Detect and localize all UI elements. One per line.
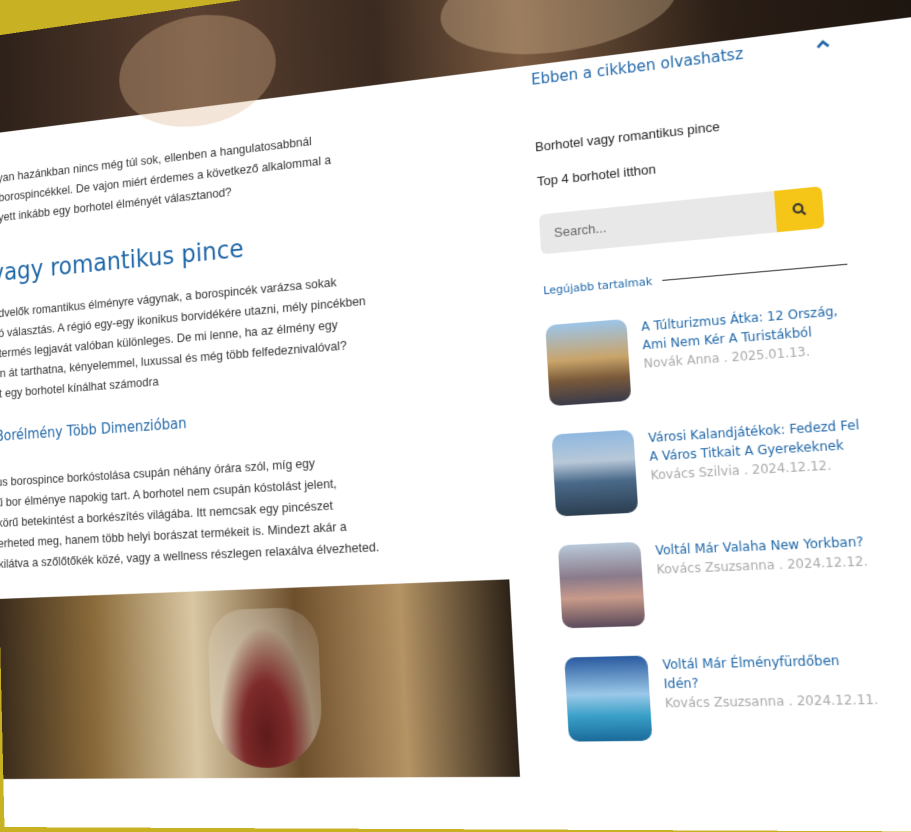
chevron-up-icon[interactable]: [815, 38, 831, 50]
wine-glass: [207, 606, 324, 769]
search-box: Search...: [538, 186, 825, 255]
article-content: olyan hazánkban nincs még túl sok, ellen…: [0, 110, 520, 780]
post-item[interactable]: Voltál Már Valaha New Yorkban? Kovács Zs…: [557, 532, 874, 629]
divider: [662, 263, 848, 281]
post-thumbnail[interactable]: [545, 318, 632, 407]
toc-list: Borhotel vagy romantikus pince Top 4 bor…: [535, 105, 839, 189]
page: olyan hazánkban nincs még túl sok, ellen…: [0, 0, 911, 832]
post-meta: Kovács Zsuzsanna . 2024.12.11.: [664, 691, 879, 711]
search-input[interactable]: Search...: [538, 190, 777, 255]
post-title[interactable]: Voltál Már Élményfürdőben Idén?: [662, 650, 880, 694]
post-item[interactable]: Városi Kalandjátékok: Fedezd Fel A Város…: [551, 415, 866, 517]
search-icon: [791, 201, 807, 217]
sidebar: Ebben a cikkben olvashatsz Borhotel vagy…: [530, 28, 883, 742]
sub-paragraph: us borospince borkóstolása csupán néhány…: [0, 441, 508, 575]
subheading: Borélmény Több Dimenzióban: [0, 414, 187, 445]
intro-paragraph: olyan hazánkban nincs még túl sok, ellen…: [0, 110, 487, 228]
post-thumbnail[interactable]: [557, 541, 646, 629]
post-item[interactable]: Voltál Már Élményfürdőben Idén? Kovács Z…: [564, 650, 883, 742]
post-thumbnail[interactable]: [564, 655, 653, 742]
post-thumbnail[interactable]: [551, 429, 639, 517]
latest-header: Legújabb tartalmak: [543, 257, 848, 297]
wine-glass-photo: [0, 579, 520, 780]
latest-title: Legújabb tartalmak: [542, 274, 653, 298]
page-stage: olyan hazánkban nincs még túl sok, ellen…: [0, 0, 911, 832]
search-button[interactable]: [774, 186, 825, 233]
post-item[interactable]: A Túlturizmus Átka: 12 Ország, Ami Nem K…: [545, 301, 856, 407]
